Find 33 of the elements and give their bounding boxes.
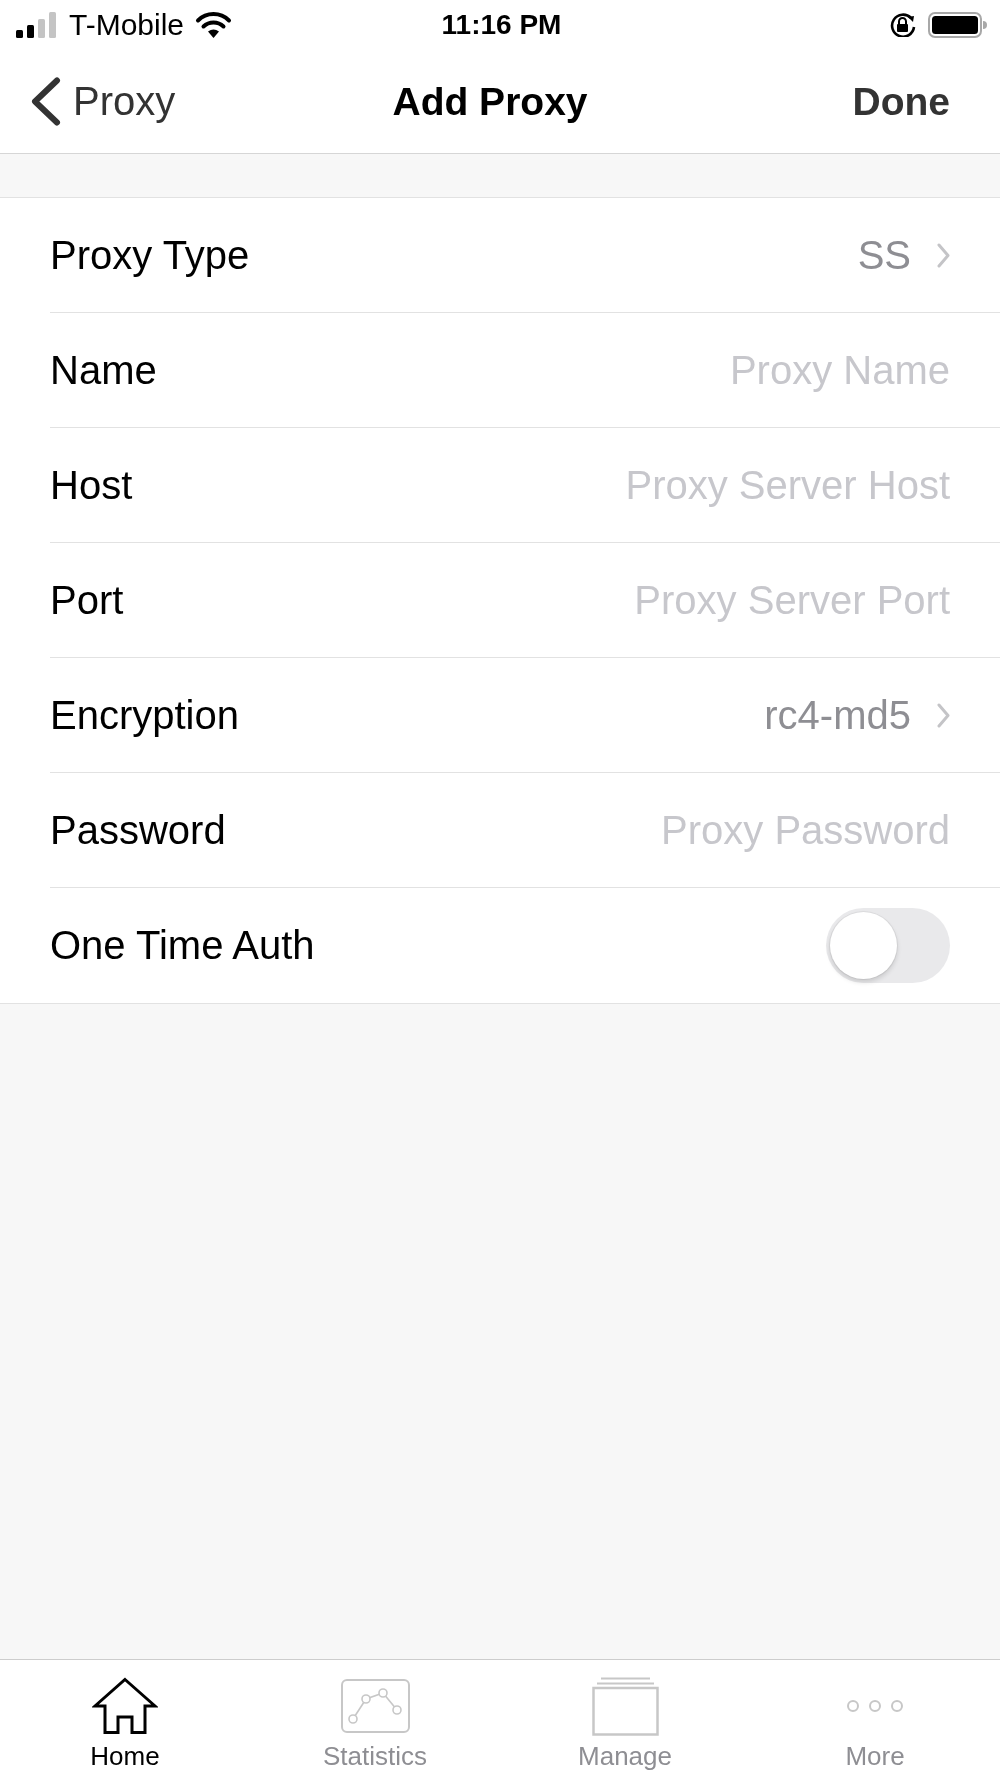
- carrier-name: T-Mobile: [69, 8, 185, 42]
- signal-icon: [16, 12, 58, 38]
- text-field[interactable]: Proxy Server Host: [162, 462, 950, 508]
- tab-button[interactable]: Statistics: [250, 1660, 500, 1778]
- field-label: Encryption: [50, 692, 239, 738]
- house-icon: [92, 1677, 158, 1735]
- select-picker[interactable]: rc4-md5: [764, 692, 950, 738]
- field-label: One Time Auth: [50, 923, 315, 968]
- status-time: 11:16 PM: [441, 9, 562, 41]
- field-label: Password: [50, 807, 226, 853]
- chevron-icon: [937, 242, 950, 268]
- screen-title: Add Proxy: [392, 79, 588, 124]
- field-label: Name: [50, 347, 157, 393]
- field-label: Proxy Type: [50, 232, 250, 278]
- text-field[interactable]: Proxy Server Port: [153, 577, 950, 623]
- line-chart-icon: [340, 1679, 410, 1733]
- field-label: Host: [50, 462, 133, 508]
- tab-button[interactable]: More: [750, 1660, 1000, 1778]
- battery-icon: [928, 12, 987, 38]
- ellipsis-icon: [846, 1699, 904, 1713]
- tab-button[interactable]: Manage: [500, 1660, 750, 1778]
- select-picker[interactable]: SS: [857, 232, 950, 278]
- stacked-pages-icon: [591, 1676, 659, 1736]
- chevron-icon: [937, 702, 950, 728]
- back-button[interactable]: Proxy: [30, 77, 176, 126]
- tab-button[interactable]: Home: [0, 1660, 250, 1778]
- rotation-lock-icon: [889, 13, 917, 37]
- field-label: Port: [50, 577, 124, 623]
- text-field[interactable]: Proxy Name: [186, 347, 950, 393]
- back-chevron-icon: [30, 77, 61, 126]
- text-field[interactable]: Proxy Password: [255, 807, 950, 853]
- done-button[interactable]: Done: [852, 79, 950, 124]
- wifi-icon: [195, 12, 233, 38]
